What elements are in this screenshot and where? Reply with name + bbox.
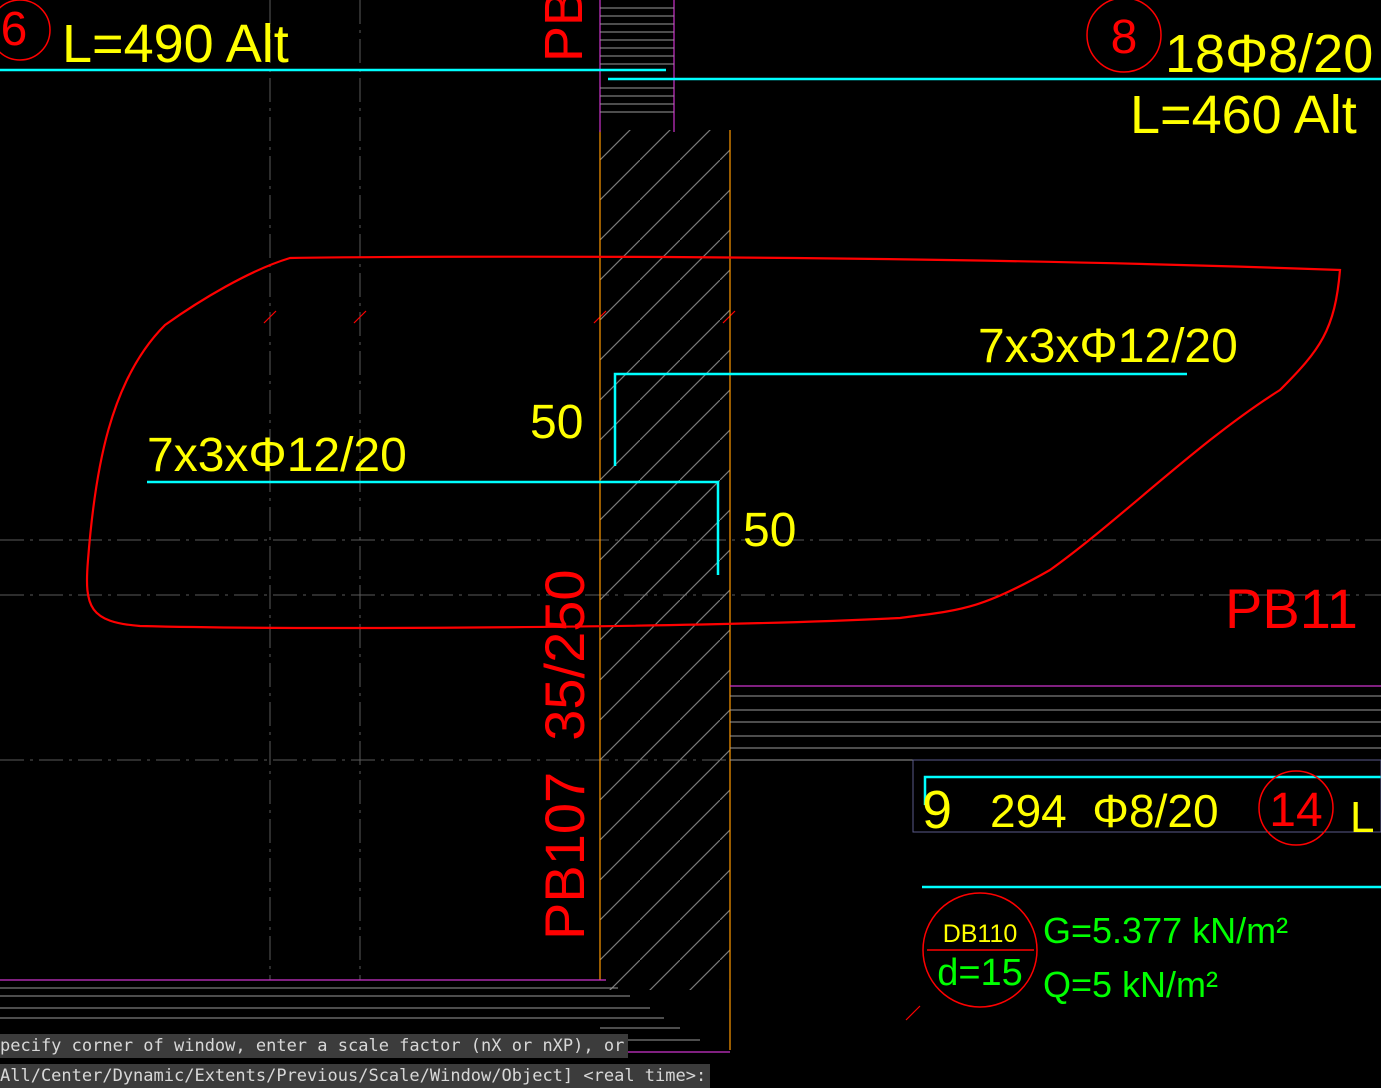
top-right-length-label: L=460 Alt: [1130, 85, 1357, 145]
dimension-lower-label: 50: [743, 504, 796, 557]
load-g-label: G=5.377 kN/m²: [1043, 910, 1288, 951]
top-right-bars-label: 18Φ8/20: [1165, 24, 1373, 84]
marker-6-text: 6: [1, 3, 28, 56]
lower-reinforcement-label: 7x3xΦ12/20: [147, 429, 407, 482]
command-line-history: pecify corner of window, enter a scale f…: [0, 1034, 629, 1058]
row-marker-number: 9: [922, 780, 952, 840]
dimension-upper-label: 50: [530, 396, 583, 449]
slab-thickness-label: d=15: [937, 952, 1023, 994]
command-line-prompt[interactable]: All/Center/Dynamic/Extents/Previous/Scal…: [0, 1064, 711, 1088]
row-tail-label: L: [1350, 793, 1374, 842]
right-beam-lines: [730, 685, 1381, 761]
top-left-length-label: L=490 Alt: [62, 14, 289, 74]
slab-id-label: DB110: [943, 920, 1018, 948]
top-pb-fragment: PB: [534, 0, 594, 62]
beam-label: PB107 35/250: [533, 569, 596, 940]
marker-14-text: 14: [1269, 784, 1322, 837]
load-q-label: Q=5 kN/m²: [1043, 964, 1218, 1005]
wall-section[interactable]: [599, 130, 731, 1050]
cad-drawing-canvas[interactable]: 6 L=490 Alt PB 8 18Φ8/20 L=460 Alt 7x3xΦ…: [0, 0, 1381, 1080]
row-bars-label: 294 Φ8/20: [990, 785, 1219, 837]
marker-8-text: 8: [1111, 11, 1138, 64]
right-pb-fragment: PB11: [1225, 577, 1358, 640]
upper-reinforcement-label: 7x3xΦ12/20: [978, 320, 1238, 373]
top-wall-stub: [599, 0, 675, 132]
